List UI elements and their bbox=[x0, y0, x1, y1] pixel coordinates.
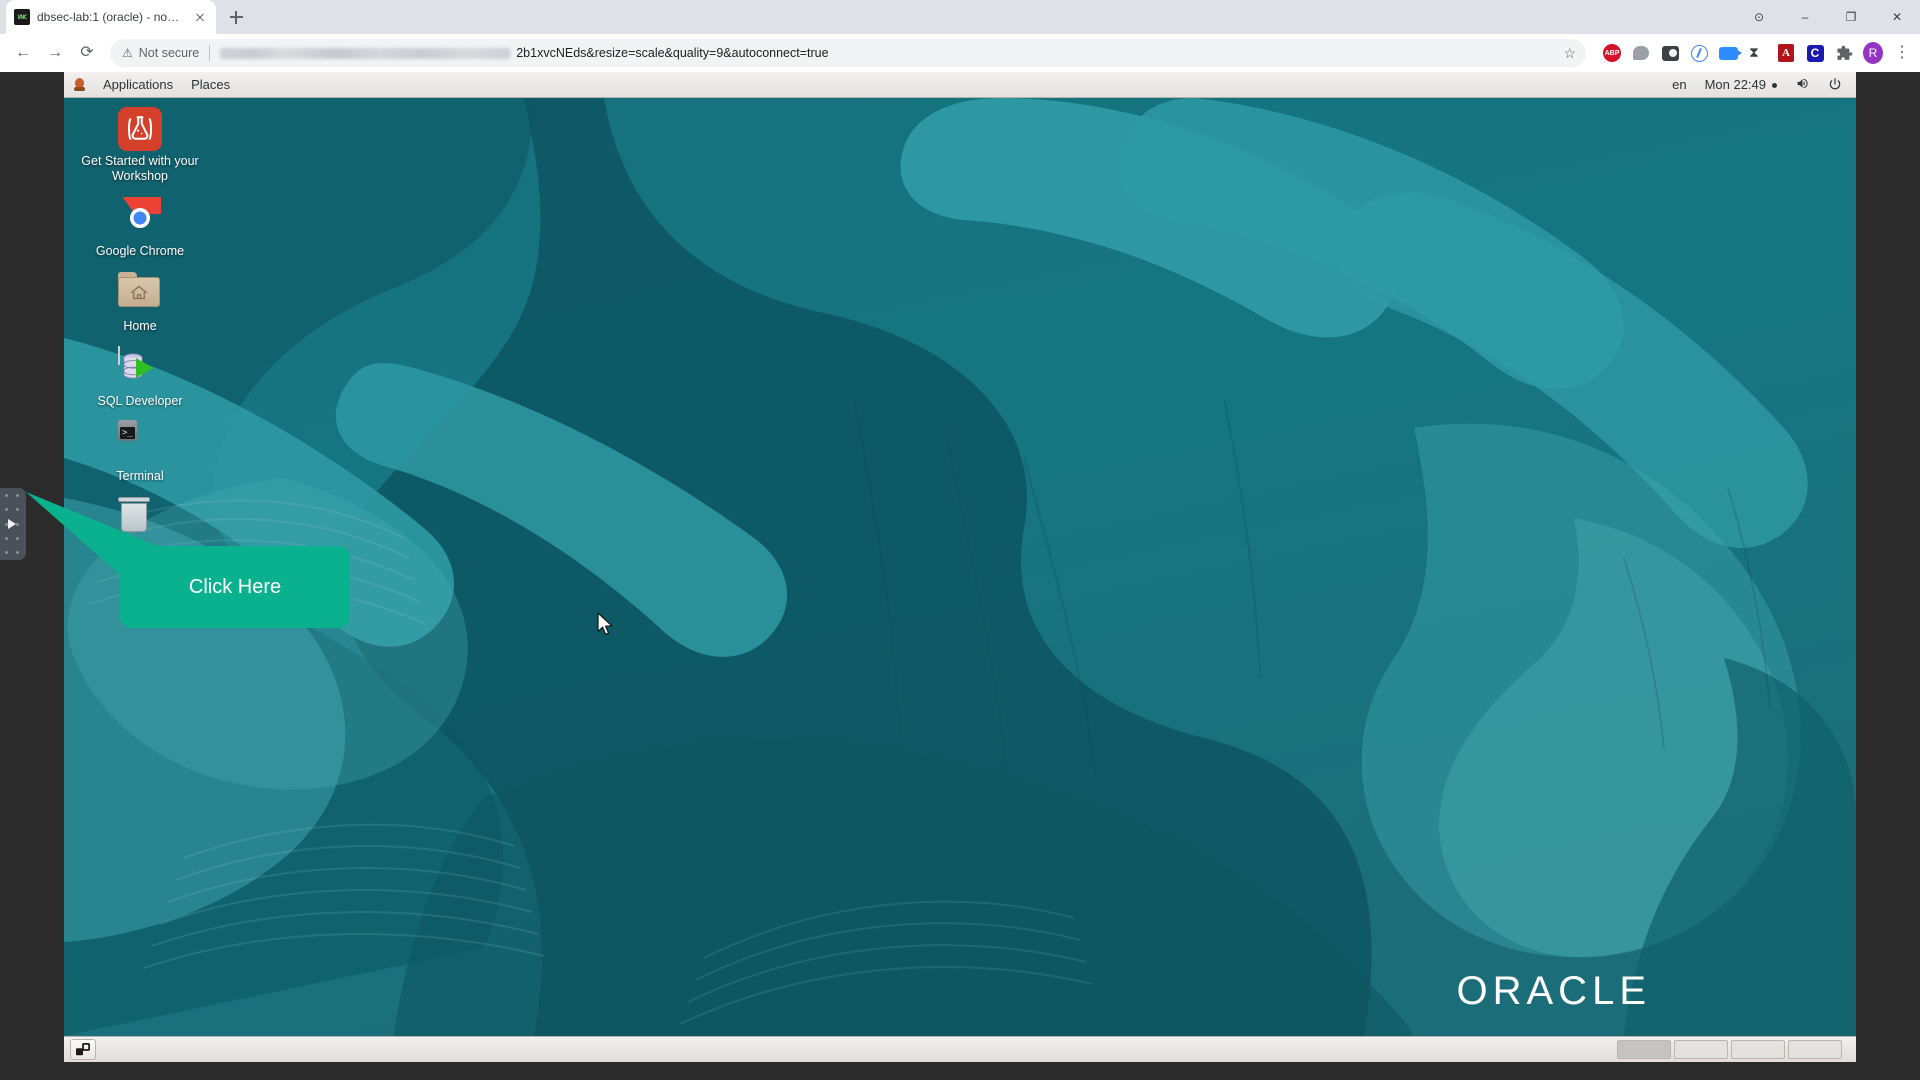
extensions-bar: ABP ⧗ A C R ⋮ bbox=[1594, 42, 1912, 64]
desktop-icon-terminal[interactable]: >_ Terminal bbox=[74, 417, 206, 488]
power-icon[interactable] bbox=[1828, 77, 1842, 93]
keyboard-layout-indicator[interactable]: en bbox=[1672, 77, 1686, 92]
tab-title: dbsec-lab:1 (oracle) - noVNC bbox=[37, 10, 185, 24]
window-minimize-button[interactable]: – bbox=[1782, 0, 1828, 34]
hourglass-extension-icon[interactable]: ⧗ bbox=[1747, 43, 1767, 63]
back-button[interactable]: ← bbox=[8, 38, 38, 68]
omnibox-divider bbox=[209, 45, 211, 61]
expand-arrow-icon bbox=[8, 519, 16, 529]
chrome-browser-window: VNC dbsec-lab:1 (oracle) - noVNC ⊙ – ❐ ✕… bbox=[0, 0, 1920, 1080]
gnome-foot-logo bbox=[72, 77, 87, 92]
gnome-bottom-taskbar bbox=[64, 1036, 1856, 1062]
zoom-extension-icon[interactable] bbox=[1718, 43, 1742, 63]
window-extra-button[interactable]: ⊙ bbox=[1736, 0, 1782, 34]
show-desktop-icon[interactable] bbox=[70, 1039, 96, 1060]
desktop-icon-google-chrome[interactable]: Google Chrome bbox=[74, 192, 206, 263]
desktop-icon-label: Terminal bbox=[116, 469, 164, 483]
home-folder-icon bbox=[118, 272, 162, 316]
panel-menu-applications[interactable]: Applications bbox=[94, 74, 182, 95]
chat-bubble-extension-icon[interactable] bbox=[1631, 43, 1651, 63]
tab-strip: VNC dbsec-lab:1 (oracle) - noVNC ⊙ – ❐ ✕ bbox=[0, 0, 1920, 34]
workspace-1[interactable] bbox=[1617, 1040, 1671, 1059]
database-play-icon bbox=[118, 346, 162, 391]
workspace-3[interactable] bbox=[1731, 1040, 1785, 1059]
dark-reader-extension-icon[interactable] bbox=[1660, 43, 1680, 63]
desktop-icon-sql-developer[interactable]: SQL Developer bbox=[74, 342, 206, 413]
desktop-icon-label: Get Started with your Workshop bbox=[81, 154, 199, 183]
click-here-callout[interactable]: Click Here bbox=[120, 546, 350, 628]
workspace-2[interactable] bbox=[1674, 1040, 1728, 1059]
callout-label: Click Here bbox=[188, 575, 282, 598]
bookmark-star-icon[interactable]: ☆ bbox=[1563, 46, 1576, 60]
profile-avatar[interactable]: R bbox=[1863, 42, 1883, 64]
adobe-acrobat-extension-icon[interactable]: A bbox=[1776, 43, 1796, 63]
window-close-button[interactable]: ✕ bbox=[1874, 0, 1920, 34]
cisco-webex-extension-icon[interactable]: C bbox=[1805, 43, 1825, 63]
oracle-watermark: ORACLE bbox=[1456, 969, 1651, 1013]
novnc-sidebar-handle[interactable] bbox=[0, 488, 26, 560]
blue-ring-extension-icon[interactable] bbox=[1689, 43, 1709, 63]
desktop-icon-home[interactable]: Home bbox=[74, 267, 206, 338]
url-text: 2b1xvcNEds&resize=scale&quality=9&autoco… bbox=[516, 46, 829, 60]
not-secure-warning-icon: ⚠ bbox=[122, 46, 133, 60]
desktop-icon-get-started-workshop[interactable]: Get Started with your Workshop bbox=[74, 102, 206, 188]
desktop-icon-label: SQL Developer bbox=[97, 394, 183, 408]
browser-toolbar: ← → ⟳ ⚠ Not secure 2b1xvcNEds&resize=sca… bbox=[0, 34, 1920, 72]
workspace-4[interactable] bbox=[1788, 1040, 1842, 1059]
chrome-icon bbox=[118, 197, 162, 241]
terminal-icon: >_ bbox=[118, 420, 162, 466]
gnome-top-panel: Applications Places en Mon 22:49 bbox=[64, 72, 1856, 98]
url-redacted-segment bbox=[220, 47, 511, 59]
browser-tab-novnc[interactable]: VNC dbsec-lab:1 (oracle) - noVNC bbox=[6, 0, 216, 34]
reload-button[interactable]: ⟳ bbox=[72, 38, 102, 68]
trash-icon bbox=[118, 497, 162, 541]
forward-button[interactable]: → bbox=[40, 38, 70, 68]
tab-close-icon[interactable] bbox=[192, 9, 208, 25]
workspace-switcher bbox=[1617, 1040, 1850, 1059]
novnc-viewport-frame: Applications Places en Mon 22:49 ORACLE … bbox=[0, 72, 1920, 1080]
panel-clock[interactable]: Mon 22:49 bbox=[1705, 77, 1777, 92]
novnc-favicon: VNC bbox=[14, 9, 30, 25]
recording-dot-icon bbox=[1772, 83, 1777, 89]
address-bar[interactable]: ⚠ Not secure 2b1xvcNEds&resize=scale&qua… bbox=[110, 39, 1586, 67]
desktop-icon-label: Home bbox=[123, 319, 157, 333]
adblock-plus-extension-icon[interactable]: ABP bbox=[1602, 43, 1622, 63]
volume-icon[interactable] bbox=[1795, 77, 1810, 92]
new-tab-button[interactable] bbox=[222, 3, 250, 31]
extensions-puzzle-icon[interactable] bbox=[1834, 43, 1854, 63]
panel-menu-places[interactable]: Places bbox=[182, 74, 239, 95]
chrome-menu-kebab-icon[interactable]: ⋮ bbox=[1892, 43, 1912, 63]
desktop-icon-label: Google Chrome bbox=[95, 244, 185, 258]
desktop-icon-grid: Get Started with your Workshop Google Ch… bbox=[64, 98, 214, 563]
window-controls: ⊙ – ❐ ✕ bbox=[1736, 0, 1920, 34]
window-maximize-button[interactable]: ❐ bbox=[1828, 0, 1874, 34]
panel-status-area: en Mon 22:49 bbox=[1672, 77, 1848, 93]
flask-icon bbox=[118, 107, 162, 151]
security-label: Not secure bbox=[138, 46, 200, 60]
